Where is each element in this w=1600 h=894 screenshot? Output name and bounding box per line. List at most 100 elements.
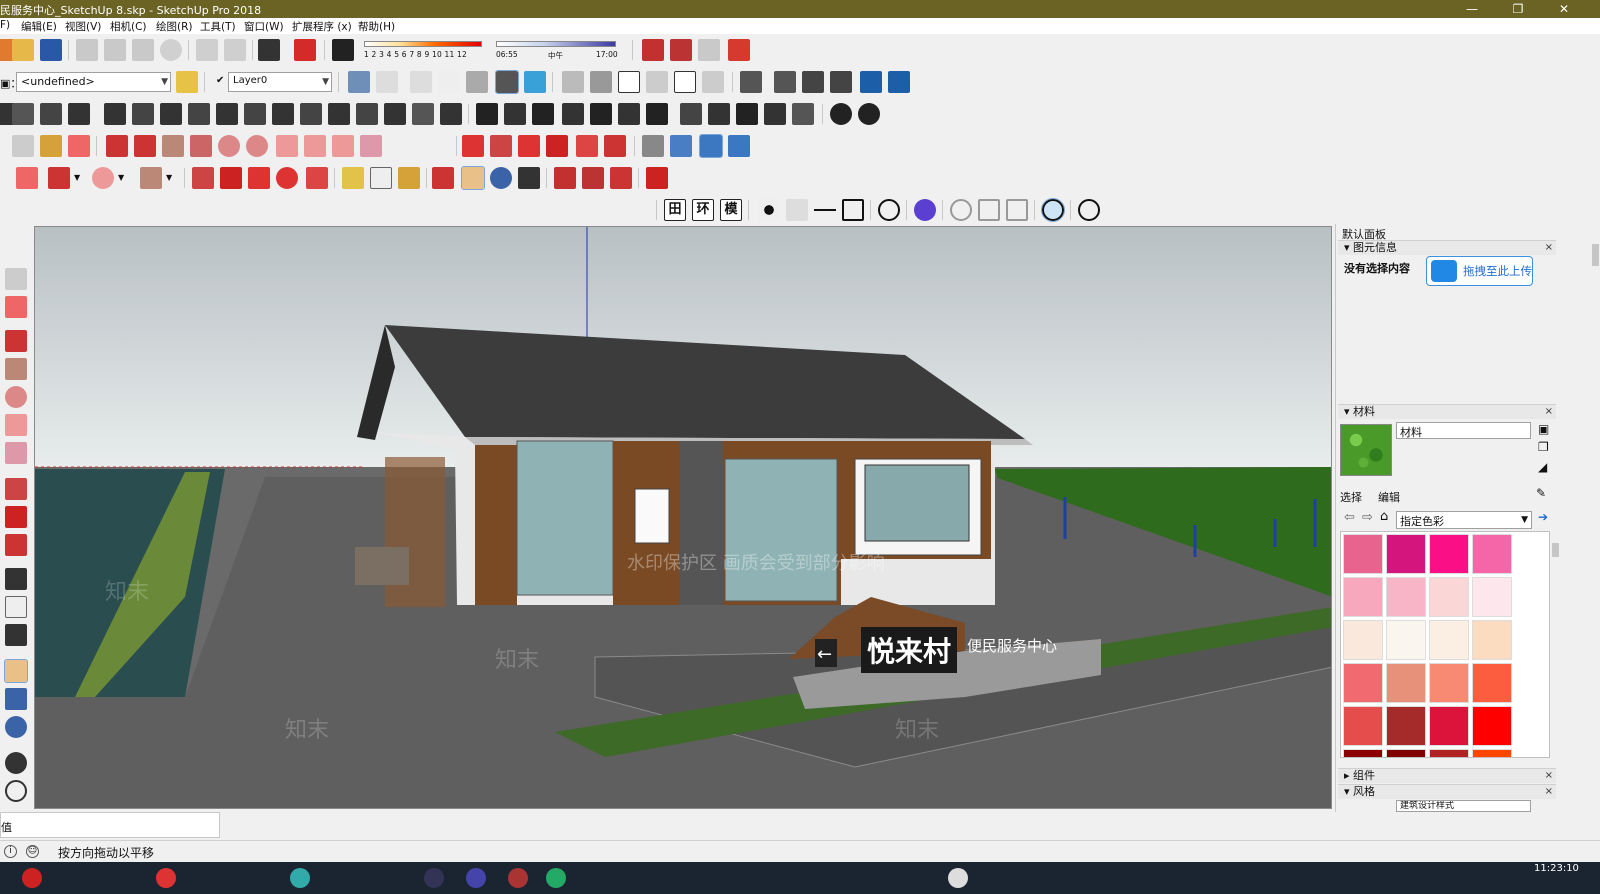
sandbox-2-icon[interactable]	[670, 135, 692, 157]
3d-text-icon[interactable]	[5, 624, 27, 646]
freehand-icon[interactable]	[134, 135, 156, 157]
circle-tool-icon[interactable]	[5, 386, 27, 408]
material-name-field[interactable]: 材料	[1396, 422, 1531, 439]
arc-tool-icon[interactable]	[92, 167, 114, 189]
extension-manager-2-icon[interactable]	[646, 167, 668, 189]
color-swatch[interactable]	[1429, 663, 1469, 703]
line-icon[interactable]	[106, 135, 128, 157]
forward-icon[interactable]: ⇨	[1362, 510, 1373, 525]
model-button[interactable]: 模	[720, 199, 742, 221]
left-view-icon[interactable]	[702, 71, 724, 93]
xray-icon[interactable]	[348, 71, 370, 93]
copy-icon[interactable]	[104, 39, 126, 61]
measurements-box[interactable]: 值	[0, 812, 220, 838]
color-swatch[interactable]	[1472, 534, 1512, 574]
color-swatch[interactable]	[1343, 577, 1383, 617]
rotate-2-icon[interactable]	[276, 167, 298, 189]
monochrome-icon[interactable]	[524, 71, 546, 93]
color-swatch[interactable]	[1386, 577, 1426, 617]
plugin-31-icon[interactable]	[858, 103, 880, 125]
menu-extensions[interactable]: 扩展程序 (x)	[292, 19, 352, 34]
interactive-render-icon[interactable]	[1041, 198, 1065, 222]
plugin-4-icon[interactable]	[68, 103, 90, 125]
tape-measure-icon[interactable]	[342, 167, 364, 189]
save-icon[interactable]	[40, 39, 62, 61]
home-icon[interactable]: ⌂	[1380, 509, 1388, 524]
color-swatch[interactable]	[1343, 706, 1383, 746]
back-view-icon[interactable]	[674, 71, 696, 93]
tab-select[interactable]: 选择	[1340, 489, 1362, 505]
materials-header[interactable]: ▾ 材料 ×	[1338, 404, 1556, 419]
send-layout-icon[interactable]	[610, 167, 632, 189]
color-swatch[interactable]	[1429, 620, 1469, 660]
color-swatch[interactable]	[1429, 577, 1469, 617]
menu-help[interactable]: 帮助(H)	[358, 19, 395, 34]
info-icon[interactable]: i	[4, 845, 17, 858]
style-combo[interactable]: <undefined> ▼	[16, 72, 171, 92]
select-tool-icon[interactable]	[5, 268, 27, 290]
eraser-2-icon[interactable]	[16, 167, 38, 189]
rotate-icon[interactable]	[518, 135, 540, 157]
menu-edit[interactable]: 编辑(E)	[21, 19, 57, 34]
task-app-icon[interactable]	[546, 868, 566, 888]
solid-tools-icon[interactable]	[860, 71, 882, 93]
redo-icon[interactable]	[224, 39, 246, 61]
zoom-tool-icon[interactable]	[5, 716, 27, 738]
shadows-toggle-icon[interactable]	[332, 39, 354, 61]
outer-shell-icon[interactable]	[888, 71, 910, 93]
offset-icon[interactable]	[604, 135, 626, 157]
pan-icon[interactable]	[461, 166, 485, 190]
back-edges-icon[interactable]	[376, 71, 398, 93]
text-tool-icon[interactable]	[370, 167, 392, 189]
pie-icon[interactable]	[360, 135, 382, 157]
task-app-icon[interactable]	[290, 868, 310, 888]
hidden-line-icon[interactable]	[438, 71, 460, 93]
plugin-14-icon[interactable]	[356, 103, 378, 125]
position-camera-icon[interactable]	[5, 780, 27, 802]
share-2-icon[interactable]	[582, 167, 604, 189]
orbit-icon[interactable]	[432, 167, 454, 189]
section-plane-icon[interactable]	[740, 71, 762, 93]
plugin-13-icon[interactable]	[328, 103, 350, 125]
plugin-9-icon[interactable]	[216, 103, 238, 125]
details-icon[interactable]: ➔	[1538, 510, 1548, 524]
color-swatch[interactable]	[1429, 534, 1469, 574]
close-icon[interactable]: ×	[1545, 785, 1553, 799]
plugin-16-icon[interactable]	[412, 103, 434, 125]
edit-style-icon[interactable]	[176, 71, 198, 93]
model-viewport[interactable]: 悦来村 便民服务中心 ← 水印保护区 画质会受到部分影响 知末 知末 知末 知末	[34, 226, 1332, 809]
sandbox-1-icon[interactable]	[642, 135, 664, 157]
plugin-25-icon[interactable]	[680, 103, 702, 125]
pencil-icon[interactable]	[48, 167, 70, 189]
paint-bucket-icon[interactable]	[40, 135, 62, 157]
cut-icon[interactable]	[76, 39, 98, 61]
tray-scrollbar[interactable]	[1590, 224, 1600, 812]
section-display-icon[interactable]	[774, 71, 796, 93]
follow-me-icon[interactable]	[546, 135, 568, 157]
frame-buffer-icon[interactable]	[1006, 199, 1028, 221]
task-app-icon[interactable]	[156, 868, 176, 888]
scroll-thumb[interactable]	[1552, 543, 1559, 557]
sandbox-4-icon[interactable]	[728, 135, 750, 157]
line-light-icon[interactable]	[814, 199, 836, 221]
freehand-tool-icon[interactable]	[5, 330, 27, 352]
scale-icon[interactable]	[576, 135, 598, 157]
shaded-textures-icon[interactable]	[495, 70, 519, 94]
plugin-19-icon[interactable]	[504, 103, 526, 125]
tray-scroll-thumb[interactable]	[1592, 244, 1599, 266]
axes-tool-icon[interactable]	[5, 568, 27, 590]
plugin-22-icon[interactable]	[590, 103, 612, 125]
pan-tool-icon[interactable]	[4, 659, 28, 683]
warehouse-2-icon[interactable]	[554, 167, 576, 189]
color-swatch[interactable]	[1472, 749, 1512, 757]
user-icon[interactable]: ☺	[26, 845, 39, 858]
plugin-20-icon[interactable]	[532, 103, 554, 125]
color-swatch[interactable]	[1343, 749, 1383, 757]
plugin-15-icon[interactable]	[384, 103, 406, 125]
pushpull-tool-icon[interactable]	[5, 478, 27, 500]
section-cuts-icon[interactable]	[802, 71, 824, 93]
plugin-2-icon[interactable]	[12, 103, 34, 125]
shaded-icon[interactable]	[466, 71, 488, 93]
close-button[interactable]: ✕	[1542, 0, 1586, 18]
eyedropper-icon[interactable]: ✎	[1536, 486, 1546, 500]
